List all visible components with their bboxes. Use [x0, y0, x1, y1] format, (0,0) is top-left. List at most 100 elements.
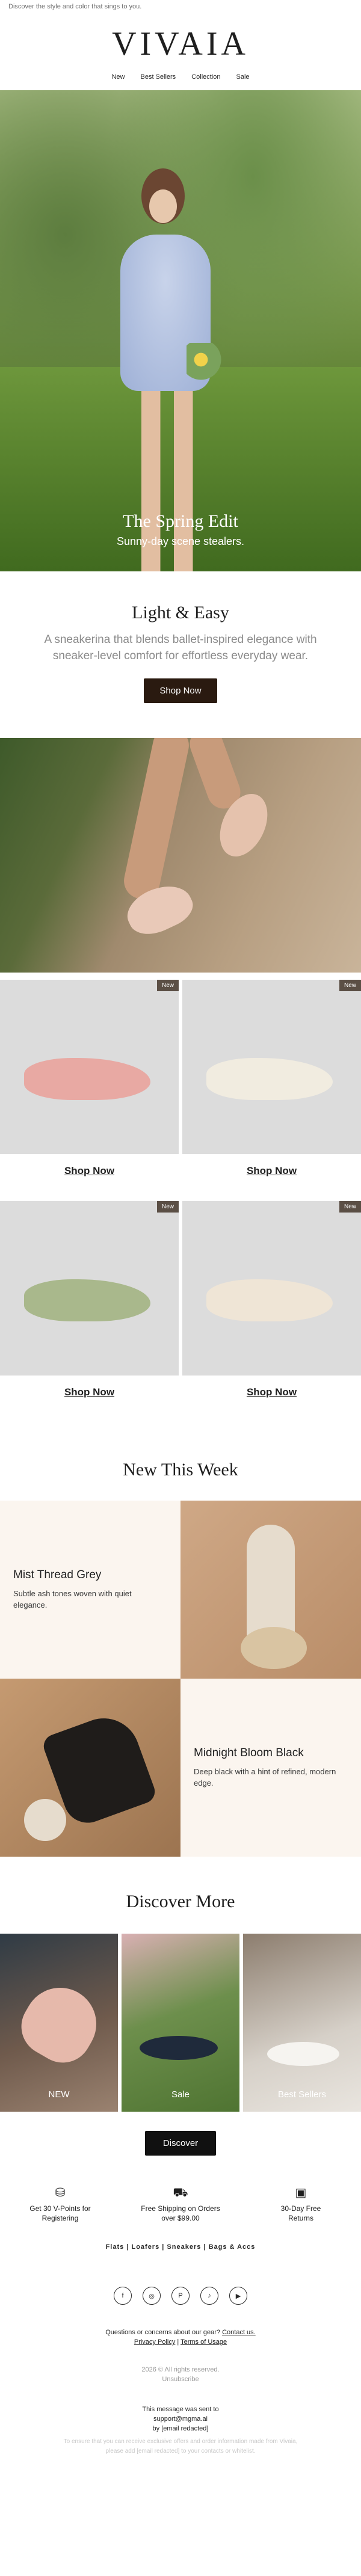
- instagram-icon[interactable]: ◎: [143, 2287, 161, 2305]
- benefit-line: 30-Day Free: [280, 2204, 321, 2213]
- tile-label: Best Sellers: [277, 2089, 327, 2100]
- disclaimer-2: please add [email redacted] to your cont…: [105, 2448, 256, 2455]
- product-shoe-pink: [24, 1058, 150, 1100]
- tile-shoe-shape: [140, 2036, 218, 2060]
- disclaimer-1: To ensure that you can receive exclusive…: [63, 2438, 298, 2445]
- discover-tile-sale[interactable]: Sale: [122, 1934, 239, 2112]
- coins-icon: ⛁: [55, 2186, 66, 2199]
- category-links: Flats | Loafers | Sneakers | Bags & Accs: [0, 2243, 361, 2251]
- truck-icon: ⛟: [173, 2186, 188, 2199]
- product-image[interactable]: New: [0, 980, 179, 1154]
- social-links: f ◎ P ♪ ▶: [0, 2287, 361, 2305]
- product-shop-now-link[interactable]: Shop Now: [182, 1165, 361, 1177]
- product-card[interactable]: New Shop Now: [0, 1201, 179, 1422]
- hero-subtitle: Sunny-day scene stealers.: [116, 535, 245, 547]
- benefit-line: Returns: [288, 2214, 314, 2222]
- brand-logo[interactable]: VIVAIA: [0, 24, 361, 64]
- product-shoe-green: [24, 1279, 150, 1321]
- tile-shoe-shape: [267, 2042, 339, 2066]
- discover-tile-new[interactable]: NEW: [0, 1934, 118, 2112]
- category-loafers[interactable]: Loafers: [131, 2243, 159, 2251]
- discover-button-wrap: Discover: [0, 2131, 361, 2156]
- new-this-week-grid: Mist Thread Grey Subtle ash tones woven …: [0, 1501, 361, 1857]
- discover-tile-best-sellers[interactable]: Best Sellers: [243, 1934, 361, 2112]
- new-this-week-title: New This Week: [123, 1460, 238, 1480]
- hero-bouquet: [187, 343, 223, 385]
- product-shop-now-link[interactable]: Shop Now: [0, 1165, 179, 1177]
- sent-by-line: by [email redacted]: [152, 2425, 209, 2432]
- hero-caption: The Spring Edit Sunny-day scene stealers…: [0, 511, 361, 548]
- benefit-item[interactable]: ⛁ Get 30 V-Points for Registering: [0, 2186, 120, 2223]
- benefit-item[interactable]: ⛟ Free Shipping on Orders over $99.00: [120, 2186, 241, 2223]
- product-card[interactable]: New Shop Now: [0, 980, 179, 1201]
- product-image[interactable]: New: [0, 1201, 179, 1376]
- nav-item-collection[interactable]: Collection: [191, 73, 220, 81]
- product-shop-now-link[interactable]: Shop Now: [0, 1386, 179, 1398]
- product-card[interactable]: New Shop Now: [182, 980, 361, 1201]
- new-item-image-grey[interactable]: [180, 1501, 361, 1679]
- product-shop-now-link[interactable]: Shop Now: [182, 1386, 361, 1398]
- new-badge: New: [339, 980, 361, 991]
- stone-stand-shape: [24, 1799, 66, 1841]
- new-item-text[interactable]: Mist Thread Grey Subtle ash tones woven …: [0, 1501, 180, 1679]
- product-grid: New Shop Now New Shop Now New Shop Now N…: [0, 980, 361, 1422]
- facebook-icon[interactable]: f: [114, 2287, 132, 2305]
- wood-stand-shape: [241, 1627, 307, 1669]
- benefit-line: Get 30 V-Points for: [29, 2204, 91, 2213]
- new-item-desc: Deep black with a hint of refined, moder…: [194, 1767, 336, 1788]
- new-badge: New: [156, 980, 179, 991]
- new-item-text[interactable]: Midnight Bloom Black Deep black with a h…: [180, 1679, 361, 1857]
- category-sneakers[interactable]: Sneakers: [167, 2243, 201, 2251]
- shop-now-button[interactable]: Shop Now: [144, 678, 217, 703]
- nav-item-sale[interactable]: Sale: [236, 73, 250, 81]
- footer-legal-links: Privacy Policy | Terms of Usage: [0, 2337, 361, 2347]
- new-item-desc: Subtle ash tones woven with quiet elegan…: [13, 1589, 132, 1609]
- hero-banner[interactable]: The Spring Edit Sunny-day scene stealers…: [0, 90, 361, 571]
- new-item-name: Midnight Bloom Black: [194, 1747, 304, 1759]
- footer-question: Questions or concerns about our gear?: [105, 2329, 221, 2336]
- product-card[interactable]: New Shop Now: [182, 1201, 361, 1422]
- new-item-name: Mist Thread Grey: [13, 1569, 102, 1581]
- benefit-line: Free Shipping on Orders: [141, 2204, 220, 2213]
- footer-question-line: Questions or concerns about our gear? Co…: [0, 2328, 361, 2337]
- intro-body: A sneakerina that blends ballet-inspired…: [44, 633, 317, 662]
- benefit-line: over $99.00: [161, 2214, 200, 2222]
- tile-shoe-shape: [11, 1975, 110, 2073]
- tiktok-icon[interactable]: ♪: [200, 2287, 218, 2305]
- product-image[interactable]: New: [182, 1201, 361, 1376]
- new-badge: New: [339, 1201, 361, 1213]
- copyright-text: 2026 © All rights reserved.: [141, 2366, 220, 2373]
- product-shoe-white: [206, 1058, 333, 1100]
- feet-leg-left: [120, 738, 193, 903]
- unsubscribe-link[interactable]: Unsubscribe: [0, 2375, 361, 2384]
- sent-to-email: support@mgma.ai: [153, 2415, 208, 2423]
- intro-section: Light & Easy A sneakerina that blends ba…: [0, 571, 361, 738]
- product-image[interactable]: New: [182, 980, 361, 1154]
- benefit-line: Registering: [42, 2214, 79, 2222]
- preheader-text: Discover the style and color that sings …: [8, 3, 142, 10]
- legal-sep: |: [175, 2338, 181, 2346]
- benefit-item[interactable]: ▣ 30-Day Free Returns: [241, 2187, 361, 2223]
- category-sep: |: [203, 2243, 209, 2251]
- lifestyle-feet-image[interactable]: [0, 738, 361, 973]
- hero-model-face: [149, 189, 177, 223]
- sent-to-line: This message was sent to: [142, 2406, 219, 2413]
- discover-tiles: NEW Sale Best Sellers: [0, 1934, 361, 2112]
- category-bags-accs[interactable]: Bags & Accs: [209, 2243, 256, 2251]
- category-flats[interactable]: Flats: [106, 2243, 125, 2251]
- nav-item-new[interactable]: New: [111, 73, 125, 81]
- new-badge: New: [156, 1201, 179, 1213]
- footer: Questions or concerns about our gear? Co…: [0, 2328, 361, 2456]
- youtube-icon[interactable]: ▶: [229, 2287, 247, 2305]
- product-shoe-cream: [206, 1279, 333, 1321]
- benefits-row: ⛁ Get 30 V-Points for Registering ⛟ Free…: [0, 2186, 361, 2223]
- nav-item-best-sellers[interactable]: Best Sellers: [140, 73, 176, 81]
- pinterest-icon[interactable]: P: [171, 2287, 190, 2305]
- privacy-policy-link[interactable]: Privacy Policy: [134, 2338, 175, 2346]
- new-item-image-black[interactable]: [0, 1679, 180, 1857]
- contact-us-link[interactable]: Contact us.: [222, 2329, 256, 2336]
- intro-title: Light & Easy: [132, 603, 229, 622]
- email-page: Discover the style and color that sings …: [0, 0, 361, 2576]
- discover-button[interactable]: Discover: [144, 2131, 217, 2156]
- terms-link[interactable]: Terms of Usage: [180, 2338, 227, 2346]
